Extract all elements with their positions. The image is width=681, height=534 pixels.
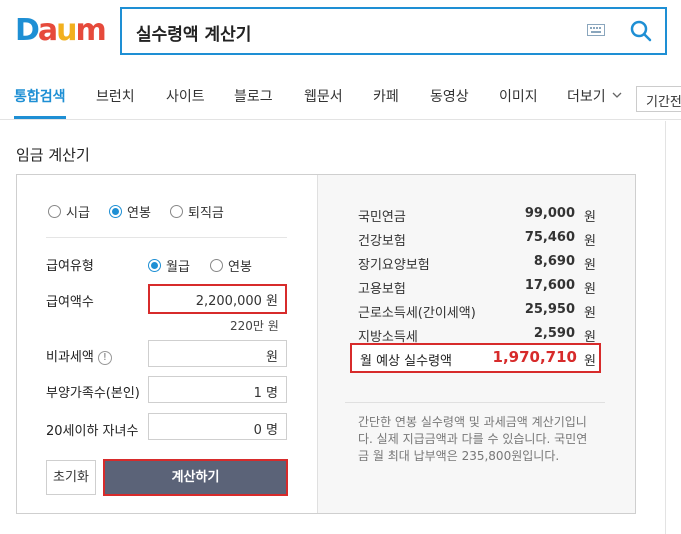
total-unit: 원	[584, 354, 596, 369]
keyboard-icon[interactable]	[587, 24, 605, 36]
radio-monthly[interactable]: 월급	[148, 256, 190, 275]
calculator-description: 간단한 연봉 실수령액 및 과세금액 계산기입니다. 실제 지급금액과 다를 수…	[358, 415, 588, 463]
dependents-label: 부양가족수(본인)	[46, 386, 140, 401]
radio-hourly[interactable]: 시급	[48, 202, 90, 221]
result-unit: 원	[584, 258, 596, 273]
chevron-down-icon[interactable]	[612, 90, 622, 100]
radio-dot	[109, 205, 122, 218]
result-unit: 원	[584, 234, 596, 249]
tab-webdoc[interactable]: 웹문서	[304, 86, 343, 106]
result-value: 75,460	[524, 230, 575, 245]
children-label: 20세이하 자녀수	[46, 424, 139, 439]
total-value: 1,970,710	[492, 348, 577, 366]
pay-type-label: 급여유형	[46, 259, 94, 274]
daum-logo[interactable]: Daum	[15, 16, 107, 46]
radio-dot	[210, 259, 223, 272]
radio-severance[interactable]: 퇴직금	[170, 202, 224, 221]
header: Daum	[0, 0, 681, 72]
dependents-input[interactable]: 1 명	[148, 376, 287, 403]
result-value: 99,000	[524, 206, 575, 221]
period-filter-button[interactable]: 기간전	[636, 86, 681, 112]
result-value: 25,950	[524, 302, 575, 317]
salary-note: 220만 원	[230, 319, 279, 333]
reset-button[interactable]: 초기화	[46, 460, 96, 495]
result-label: 장기요양보험	[358, 258, 430, 273]
children-input[interactable]: 0 명	[148, 413, 287, 440]
result-label: 국민연금	[358, 210, 406, 225]
calculate-button[interactable]: 계산하기	[103, 459, 288, 496]
radio-dot	[48, 205, 61, 218]
result-value: 8,690	[533, 254, 575, 269]
tab-video[interactable]: 동영상	[430, 86, 469, 106]
radio-dot	[148, 259, 161, 272]
nontax-label: 비과세액!	[46, 346, 112, 365]
tab-all[interactable]: 통합검색	[14, 86, 66, 106]
nontax-input[interactable]: 원	[148, 340, 287, 367]
tab-brunch[interactable]: 브런치	[96, 86, 135, 106]
result-value: 17,600	[524, 278, 575, 293]
divider	[46, 237, 287, 238]
search-icon[interactable]	[630, 20, 652, 42]
active-tab-indicator	[14, 116, 66, 119]
result-unit: 원	[584, 306, 596, 321]
info-icon[interactable]: !	[97, 350, 112, 365]
tab-blog[interactable]: 블로그	[234, 86, 273, 106]
salary-input[interactable]: 2,200,000 원	[148, 284, 287, 314]
total-label: 월 예상 실수령액	[360, 354, 452, 369]
radio-annual[interactable]: 연봉	[109, 202, 151, 221]
divider	[345, 402, 605, 403]
result-label: 고용보험	[358, 282, 406, 297]
tab-more[interactable]: 더보기	[567, 86, 606, 106]
search-box	[120, 7, 667, 55]
result-label: 건강보험	[358, 234, 406, 249]
search-input[interactable]	[136, 19, 556, 45]
tab-site[interactable]: 사이트	[166, 86, 205, 106]
salary-label: 급여액수	[46, 295, 94, 310]
search-tabs: 통합검색 브런치 사이트 블로그 웹문서 카페 동영상 이미지 더보기	[0, 72, 681, 120]
result-unit: 원	[584, 282, 596, 297]
radio-dot	[170, 205, 183, 218]
result-value: 2,590	[533, 326, 575, 341]
radio-yearly[interactable]: 연봉	[210, 256, 252, 275]
tab-cafe[interactable]: 카페	[373, 86, 399, 106]
tab-image[interactable]: 이미지	[499, 86, 538, 106]
total-net-pay: 월 예상 실수령액 1,970,710 원	[350, 343, 601, 373]
section-title: 임금 계산기	[16, 146, 90, 164]
result-unit: 원	[584, 210, 596, 225]
result-label: 근로소득세(간이세액)	[358, 306, 476, 321]
content-divider	[665, 121, 666, 534]
